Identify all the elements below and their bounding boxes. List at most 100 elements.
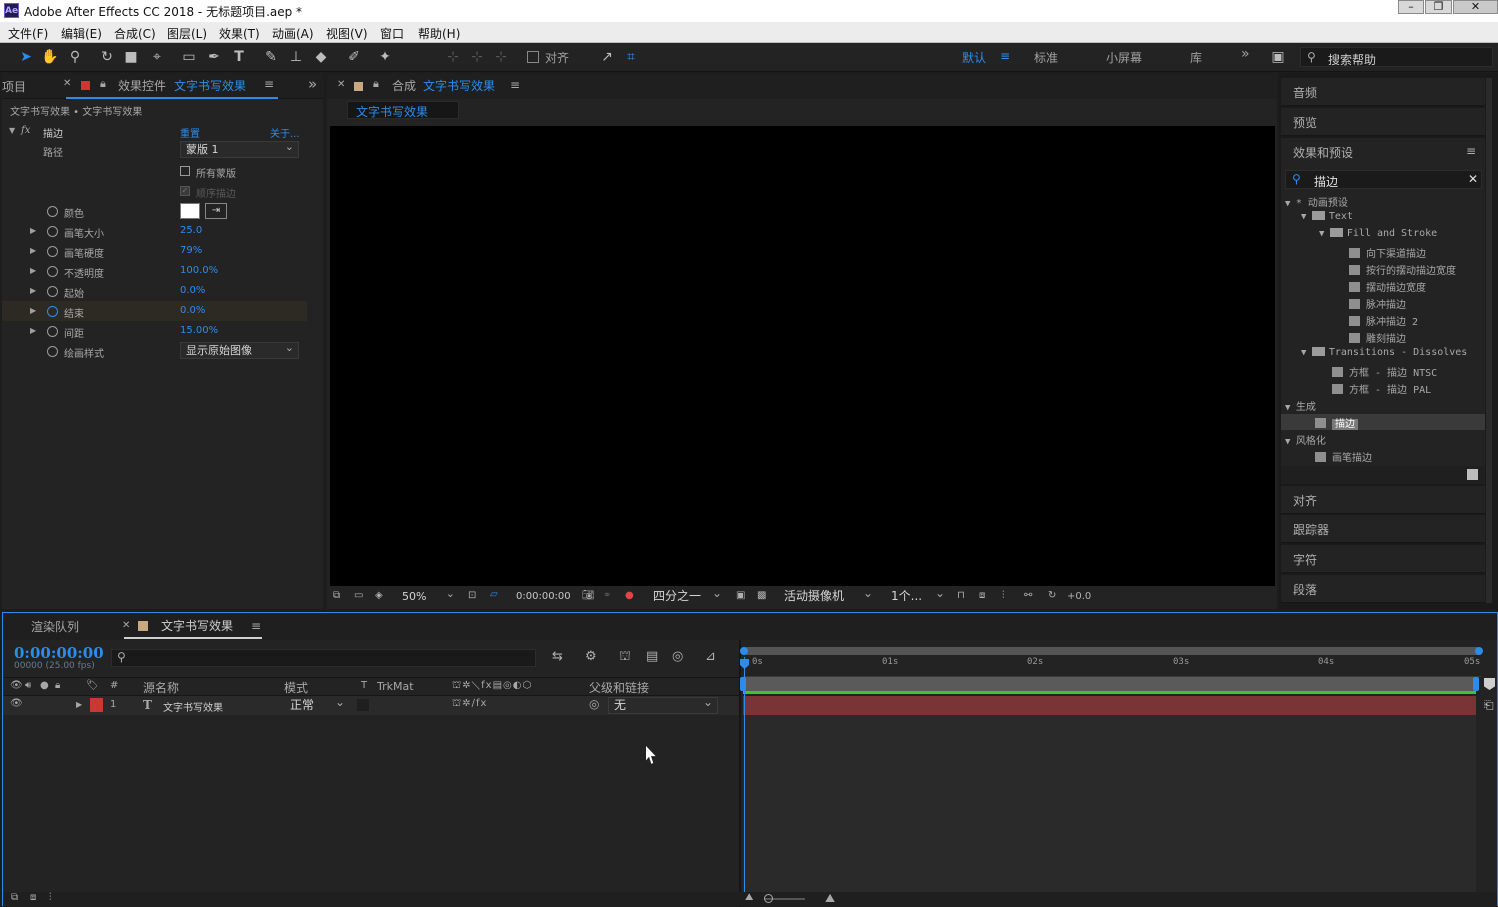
stopwatch-icon[interactable] <box>47 286 58 297</box>
panel-menu-icon[interactable]: ≡ <box>1466 144 1476 158</box>
local-axis-icon[interactable]: ⊹ <box>444 48 462 66</box>
paint-style-dropdown[interactable]: 显示原始图像 <box>180 340 299 359</box>
transparency-grid-icon[interactable]: ▱ <box>490 589 498 603</box>
stopwatch-icon[interactable] <box>47 246 58 257</box>
transfer-controls-toggle-icon[interactable]: ⧈ <box>30 892 36 903</box>
help-search-input[interactable]: ⚲ 搜索帮助 <box>1300 47 1493 67</box>
workspace-menu-icon[interactable]: ≡ <box>1000 49 1010 63</box>
expand-triangle-icon[interactable]: ▶ <box>30 286 36 295</box>
expand-triangle-icon[interactable]: ▶ <box>30 326 36 335</box>
stopwatch-icon[interactable] <box>47 266 58 277</box>
tree-preset-item[interactable]: 脉冲描边 <box>1349 296 1406 311</box>
expand-triangle-icon[interactable]: ▶ <box>30 306 36 315</box>
close-tab-icon[interactable]: ✕ <box>337 79 345 90</box>
parent-dropdown[interactable]: 无 <box>608 695 718 714</box>
blend-mode-dropdown[interactable]: 正常 <box>284 695 350 714</box>
workspace-default[interactable]: 默认 <box>962 49 986 66</box>
stopwatch-icon[interactable] <box>47 226 58 237</box>
expand-triangle-icon[interactable]: ▶ <box>76 700 82 709</box>
layer-name[interactable]: 文字书写效果 <box>163 699 223 714</box>
align-checkbox[interactable] <box>527 51 539 63</box>
effects-search-input[interactable]: ⚲ 描边 ✕ <box>1285 170 1482 189</box>
toggle-pixel-aspect-icon[interactable]: ⊓ <box>957 590 965 604</box>
fast-previews-icon[interactable]: ⧈ <box>979 590 985 604</box>
video-switch-icon[interactable]: 👁︎ <box>10 680 23 691</box>
comp-mini-flowchart-icon[interactable]: ⇆ <box>552 649 563 664</box>
tree-preset-item[interactable]: 方框 - 描边 NTSC <box>1332 364 1437 379</box>
comp-marker-bin-icon[interactable] <box>1484 678 1495 690</box>
menu-animation[interactable]: 动画(A) <box>272 25 314 42</box>
timeline-track-area[interactable] <box>743 715 1476 892</box>
right-panel-scrollbar[interactable] <box>1486 78 1492 603</box>
menu-edit[interactable]: 编辑(E) <box>61 25 102 42</box>
eyedropper-icon[interactable]: ⇥ <box>205 203 227 219</box>
opacity-value[interactable]: 100.0% <box>180 265 218 276</box>
reset-link[interactable]: 重置 <box>180 125 200 140</box>
expand-triangle-icon[interactable]: ▶ <box>30 226 36 235</box>
navigator-end-handle[interactable] <box>1475 647 1483 655</box>
timeline-timecode[interactable]: 0:00:00:00 <box>14 644 104 662</box>
audio-panel[interactable]: 音频 <box>1281 78 1485 106</box>
tree-preset-item[interactable]: 脉冲描边 2 <box>1349 313 1418 328</box>
tree-preset-item[interactable]: 按行的摆动描边宽度 <box>1349 262 1456 277</box>
comp-tab-prefix[interactable]: 合成 <box>392 77 416 94</box>
tree-preset-item[interactable]: 方框 - 描边 PAL <box>1332 381 1431 396</box>
brush-tool-icon[interactable]: ✎ <box>262 48 280 66</box>
clone-stamp-tool-icon[interactable]: ⊥ <box>287 48 305 66</box>
type-tool-icon[interactable]: T <box>230 48 248 66</box>
clear-search-icon[interactable]: ✕ <box>1468 172 1478 186</box>
tree-folder-fill-stroke[interactable]: ▼ Fill and Stroke <box>1319 228 1437 239</box>
column-trkmat[interactable]: TrkMat <box>377 680 414 693</box>
exposure-value[interactable]: +0.0 <box>1067 591 1091 605</box>
tree-folder-transitions[interactable]: ▼ Transitions - Dissolves <box>1301 347 1467 358</box>
workspace-small-screen[interactable]: 小屏幕 <box>1106 49 1142 66</box>
mask-visibility-icon[interactable]: ◈ <box>375 590 383 604</box>
selection-tool-icon[interactable]: ➤ <box>17 48 35 66</box>
maximize-button[interactable]: ❐ <box>1425 0 1452 14</box>
end-value[interactable]: 0.0% <box>180 305 205 316</box>
timeline-icon[interactable]: ⫶ <box>1002 590 1005 604</box>
all-masks-checkbox[interactable] <box>180 166 190 176</box>
column-parent[interactable]: 父级和链接 <box>589 679 649 696</box>
comp-button-icon[interactable]: ⎗ <box>1484 698 1494 713</box>
effect-controls-tab-name[interactable]: 文字书写效果 <box>174 77 246 94</box>
workspace-standard[interactable]: 标准 <box>1034 49 1058 66</box>
character-panel[interactable]: 字符 <box>1281 545 1485 573</box>
viewer-timecode[interactable]: 0:00:00:00 <box>516 591 571 605</box>
panel-overflow-icon[interactable]: » <box>308 75 317 93</box>
menu-composition[interactable]: 合成(C) <box>114 25 156 42</box>
menu-layer[interactable]: 图层(L) <box>167 25 207 42</box>
in-out-toggle-icon[interactable]: ⫶ <box>49 892 52 903</box>
pen-tool-icon[interactable]: ✒ <box>205 48 223 66</box>
camera-dropdown[interactable]: 活动摄像机 <box>778 586 878 605</box>
tracker-panel[interactable]: 跟踪器 <box>1281 515 1485 543</box>
menu-view[interactable]: 视图(V) <box>326 25 368 42</box>
start-value[interactable]: 0.0% <box>180 285 205 296</box>
snap-grid-icon[interactable]: ⌗ <box>622 48 640 66</box>
pick-whip-icon[interactable]: ◎ <box>589 697 599 711</box>
tree-category-stylize[interactable]: ▼ 风格化 <box>1285 432 1326 447</box>
brush-size-value[interactable]: 25.0 <box>180 225 202 236</box>
stopwatch-icon[interactable] <box>47 206 58 217</box>
preview-panel[interactable]: 预览 <box>1281 108 1485 136</box>
spacing-value[interactable]: 15.00% <box>180 325 218 336</box>
camera-tool-icon[interactable]: ■ <box>122 48 140 66</box>
tree-preset-item[interactable]: 摆动描边宽度 <box>1349 279 1426 294</box>
work-area-start-handle[interactable] <box>740 677 746 691</box>
time-ruler[interactable] <box>743 657 1481 677</box>
tab-render-queue[interactable]: 渲染队列 <box>31 618 79 635</box>
transparency-icon[interactable]: ▩ <box>757 590 766 604</box>
zoom-in-icon[interactable]: ⛰ <box>825 891 835 906</box>
stopwatch-icon[interactable] <box>47 326 58 337</box>
eraser-tool-icon[interactable]: ◆ <box>312 48 330 66</box>
current-time-indicator[interactable] <box>744 657 745 892</box>
solo-switch-icon[interactable]: ● <box>40 680 49 691</box>
motion-blur-icon[interactable]: ◎ <box>672 649 683 664</box>
fx-icon[interactable]: fx <box>21 125 30 136</box>
comp-subtab[interactable]: 文字书写效果 <box>347 101 459 119</box>
reset-exposure-icon[interactable]: ↻ <box>1048 590 1056 604</box>
snap-icon[interactable]: ↗ <box>598 48 616 66</box>
tree-effect-brush-strokes[interactable]: 画笔描边 <box>1315 449 1372 464</box>
stopwatch-icon[interactable] <box>47 306 58 317</box>
brush-hardness-value[interactable]: 79% <box>180 245 202 256</box>
